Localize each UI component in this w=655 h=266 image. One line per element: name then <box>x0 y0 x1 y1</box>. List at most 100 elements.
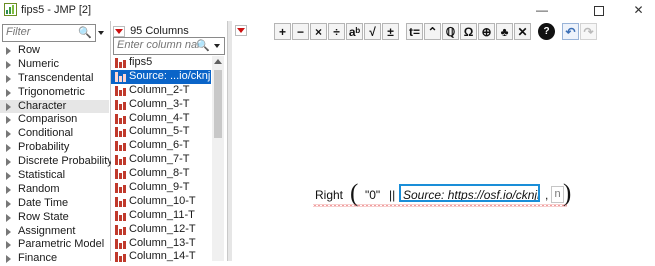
subtract-button[interactable]: − <box>292 23 309 40</box>
category-comparison[interactable]: Comparison <box>0 113 109 127</box>
formula-expression[interactable]: Right ( "0" || Source: https://osf.io/ck… <box>311 180 572 207</box>
column-item[interactable]: Column_8-T <box>111 167 211 181</box>
column-count: 95 Columns <box>130 25 189 37</box>
expand-triangle-icon[interactable] <box>6 116 11 125</box>
category-row-state[interactable]: Row State <box>0 211 109 225</box>
category-random[interactable]: Random <box>0 183 109 197</box>
left-paren: ( <box>350 180 359 207</box>
category-finance[interactable]: Finance <box>0 252 109 266</box>
column-item[interactable]: Column_5-T <box>111 125 211 139</box>
column-item[interactable]: Column_14-T <box>111 250 211 264</box>
help-button[interactable]: ? <box>538 23 555 40</box>
expand-triangle-icon[interactable] <box>6 102 11 111</box>
nominal-bar-icon <box>115 85 126 96</box>
expand-triangle-icon[interactable] <box>6 47 11 55</box>
search-icon[interactable]: 🔍 <box>78 26 92 39</box>
category-character[interactable]: Character <box>0 99 109 114</box>
root-button[interactable]: √ <box>364 23 381 40</box>
scroll-up-icon[interactable] <box>214 59 222 64</box>
category-date-time[interactable]: Date Time <box>0 197 109 211</box>
column-search-input[interactable] <box>114 38 199 52</box>
category-label: Date Time <box>18 196 69 209</box>
formula-editor: + − × ÷ aᵇ √ ± t= ⌃ ℚ Ω ⊕ ♣ ✕? ↶ ↷ Right ( "0" || Sourc… <box>232 21 655 261</box>
filter-dropdown-icon[interactable] <box>98 31 104 35</box>
power-button[interactable]: aᵇ <box>346 23 363 40</box>
expand-triangle-icon[interactable] <box>6 88 11 97</box>
scroll-thumb[interactable] <box>214 70 222 138</box>
expand-triangle-icon[interactable] <box>6 74 11 83</box>
expand-triangle-icon[interactable] <box>6 172 11 181</box>
redo-button[interactable]: ↷ <box>580 23 597 40</box>
expand-triangle-icon[interactable] <box>6 185 11 194</box>
right-paren: ) <box>563 180 572 207</box>
category-assignment[interactable]: Assignment <box>0 225 109 239</box>
maximize-icon[interactable] <box>577 0 621 20</box>
raise-level-button[interactable]: ⌃ <box>424 23 441 40</box>
column-item[interactable]: Column_3-T <box>111 98 211 112</box>
column-item[interactable]: Column_6-T <box>111 139 211 153</box>
category-numeric[interactable]: Numeric <box>0 58 109 72</box>
column-label: fips5 <box>129 56 153 68</box>
column-item[interactable]: Source: ...io/cknjr/ <box>111 69 211 84</box>
columns-panel: 95 Columns 🔍 fips5Source: ...io/cknjr/Co… <box>111 21 226 264</box>
expand-triangle-icon[interactable] <box>6 144 11 153</box>
column-item[interactable]: Column_9-T <box>111 181 211 195</box>
expand-triangle-icon[interactable] <box>6 213 11 222</box>
category-statistical[interactable]: Statistical <box>0 169 109 183</box>
nominal-bar-icon <box>115 58 126 68</box>
search-icon[interactable]: 🔍 <box>196 39 210 52</box>
column-item[interactable]: Column_10-T <box>111 195 211 209</box>
close-icon[interactable]: ✕ <box>622 0 655 20</box>
red-triangle-menu-icon[interactable] <box>235 25 247 36</box>
red-triangle-menu-icon[interactable] <box>113 25 125 37</box>
local-button[interactable]: ♣ <box>496 23 513 40</box>
expand-triangle-icon[interactable] <box>6 255 11 264</box>
function-name[interactable]: Right <box>315 188 343 202</box>
category-probability[interactable]: Probability <box>0 141 109 155</box>
column-label: Source: ...io/cknjr/ <box>129 69 211 82</box>
keep-button[interactable]: ⊕ <box>478 23 495 40</box>
column-item[interactable]: Column_2-T <box>111 84 211 98</box>
undo-button[interactable]: ↶ <box>562 23 579 40</box>
unthread-button[interactable]: Ω <box>460 23 477 40</box>
nominal-bar-icon <box>115 238 126 249</box>
assign-button[interactable]: t= <box>406 23 423 40</box>
column-item[interactable]: Column_13-T <box>111 237 211 251</box>
column-item[interactable]: Column_7-T <box>111 153 211 167</box>
category-conditional[interactable]: Conditional <box>0 127 109 141</box>
category-row[interactable]: Row <box>0 44 109 58</box>
concat-operator[interactable]: || <box>389 188 395 202</box>
category-discrete-probability[interactable]: Discrete Probability <box>0 155 113 169</box>
selected-column-argument[interactable]: Source: https://osf.io/cknjr/ <box>399 184 540 202</box>
expand-triangle-icon[interactable] <box>6 60 11 69</box>
expand-triangle-icon[interactable] <box>6 241 11 250</box>
change-sign-button[interactable]: ± <box>382 23 399 40</box>
category-transcendental[interactable]: Transcendental <box>0 72 109 86</box>
delete-button[interactable]: ✕ <box>514 23 531 40</box>
add-button[interactable]: + <box>274 23 291 40</box>
column-item[interactable]: Column_4-T <box>111 112 211 126</box>
expand-triangle-icon[interactable] <box>6 199 11 208</box>
category-trigonometric[interactable]: Trigonometric <box>0 86 109 100</box>
expand-triangle-icon[interactable] <box>6 130 11 139</box>
column-label: Column_4-T <box>129 111 190 124</box>
function-filter-input[interactable] <box>3 25 78 39</box>
nominal-bar-icon <box>115 155 126 166</box>
expand-triangle-icon[interactable] <box>6 227 11 236</box>
divide-button[interactable]: ÷ <box>328 23 345 40</box>
column-search-dropdown-icon[interactable] <box>214 44 220 48</box>
string-argument[interactable]: "0" <box>365 188 380 202</box>
column-list-scrollbar[interactable] <box>212 56 224 261</box>
column-search[interactable]: 🔍 <box>113 37 225 55</box>
category-parametric-model[interactable]: Parametric Model <box>0 238 109 252</box>
function-category-panel: 🔍 RowNumericTranscendentalTrigonometricC… <box>0 21 113 264</box>
peel-button[interactable]: ℚ <box>442 23 459 40</box>
column-item[interactable]: Column_11-T <box>111 209 211 223</box>
expand-triangle-icon[interactable] <box>6 158 11 167</box>
column-item[interactable]: Column_12-T <box>111 223 211 237</box>
minimize-icon[interactable]: — <box>520 0 564 20</box>
nominal-bar-icon <box>115 224 126 235</box>
multiply-button[interactable]: × <box>310 23 327 40</box>
function-filter[interactable]: 🔍 <box>2 24 96 42</box>
column-item[interactable]: fips5 <box>111 56 211 70</box>
